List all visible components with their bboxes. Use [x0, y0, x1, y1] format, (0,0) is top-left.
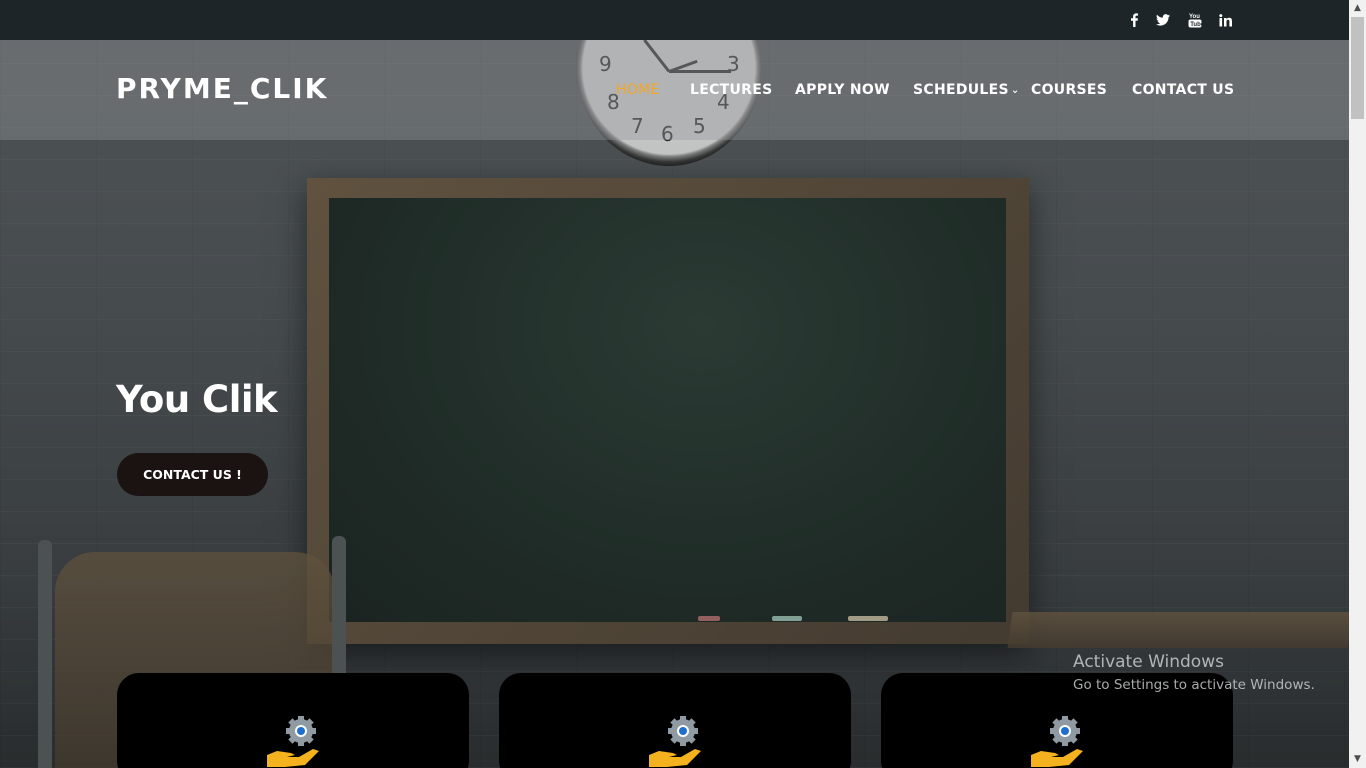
- feature-card[interactable]: [117, 673, 469, 768]
- page-scrollbar[interactable]: ▲ ▼: [1349, 0, 1366, 768]
- nav-schedules[interactable]: SCHEDULES ⌄: [913, 82, 1020, 98]
- activate-windows-title: Activate Windows: [1073, 652, 1224, 672]
- gear-hand-icon: [649, 716, 701, 767]
- nav-apply-now[interactable]: APPLY NOW: [795, 82, 890, 98]
- facebook-icon[interactable]: [1124, 10, 1144, 30]
- youtube-icon[interactable]: You Tube: [1185, 10, 1205, 30]
- site-header: PRYME_CLIK HOME LECTURES APPLY NOW SCHED…: [0, 40, 1349, 140]
- nav-contact-us[interactable]: CONTACT US: [1132, 82, 1234, 98]
- nav-lectures[interactable]: LECTURES: [690, 82, 773, 98]
- scroll-down-arrow-icon[interactable]: ▼: [1349, 751, 1366, 768]
- svg-text:Tube: Tube: [1190, 22, 1202, 28]
- scroll-up-arrow-icon[interactable]: ▲: [1349, 0, 1366, 17]
- gear-hand-icon: [1031, 716, 1083, 767]
- scroll-thumb[interactable]: [1351, 17, 1364, 119]
- gear-hand-icon: [267, 716, 319, 767]
- nav-courses[interactable]: COURSES: [1031, 82, 1107, 98]
- twitter-icon[interactable]: [1153, 10, 1173, 30]
- feature-card[interactable]: [499, 673, 851, 768]
- nav-home[interactable]: HOME: [616, 82, 660, 98]
- linkedin-icon[interactable]: [1216, 10, 1236, 30]
- site-logo[interactable]: PRYME_CLIK: [116, 72, 328, 105]
- svg-text:You: You: [1189, 14, 1200, 20]
- hero-title: You Clik: [116, 378, 278, 421]
- contact-us-button[interactable]: CONTACT US !: [117, 453, 268, 496]
- chevron-down-icon: ⌄: [1010, 84, 1020, 96]
- activate-windows-subtitle: Go to Settings to activate Windows.: [1073, 677, 1315, 693]
- top-bar: You Tube: [0, 0, 1349, 40]
- nav-schedules-label: SCHEDULES: [913, 82, 1009, 98]
